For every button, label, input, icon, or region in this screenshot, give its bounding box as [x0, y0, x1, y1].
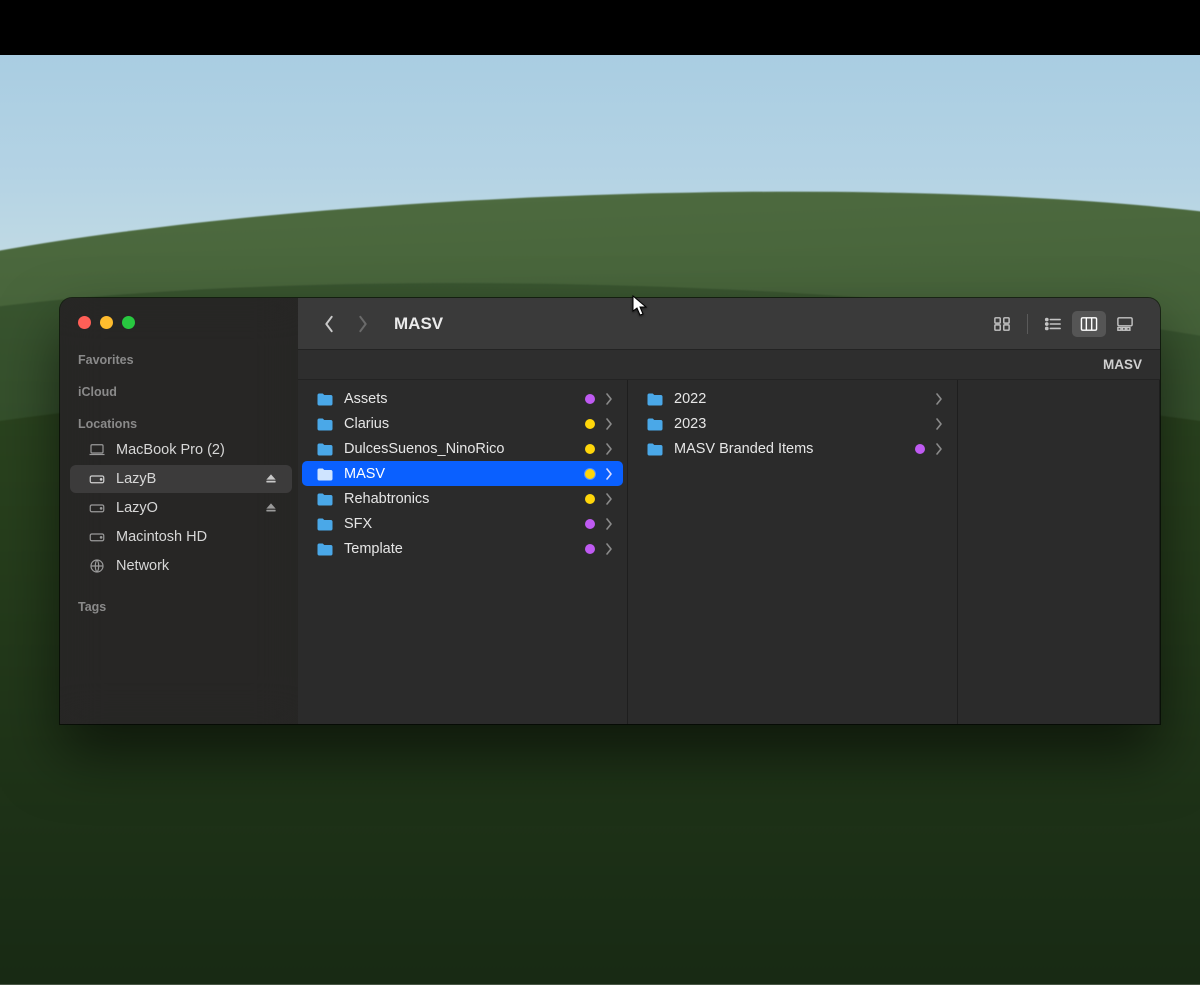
list-item[interactable]: Clarius — [302, 411, 623, 436]
folder-icon — [646, 392, 664, 406]
toolbar-title: MASV — [394, 314, 443, 334]
toolbar-separator — [1027, 314, 1028, 334]
chevron-right-icon — [605, 393, 613, 405]
list-item[interactable]: SFX — [302, 511, 623, 536]
finder-column-3 — [958, 380, 1160, 724]
yellow-tag-icon — [585, 419, 595, 429]
eject-icon[interactable] — [264, 501, 278, 515]
chevron-right-icon — [605, 493, 613, 505]
list-item-label: Assets — [344, 391, 575, 407]
chevron-right-icon — [935, 393, 943, 405]
folder-icon — [316, 492, 334, 506]
chevron-right-icon — [605, 443, 613, 455]
list-item-label: Clarius — [344, 416, 575, 432]
sidebar-item-macintosh-hd[interactable]: Macintosh HD — [70, 523, 292, 551]
folder-icon — [646, 442, 664, 456]
view-icon-button[interactable] — [985, 311, 1019, 337]
chevron-right-icon — [605, 418, 613, 430]
finder-window: Favorites iCloud Locations MacBook Pro (… — [60, 298, 1160, 724]
sidebar-item-label: MacBook Pro (2) — [116, 442, 278, 458]
chevron-right-icon — [935, 418, 943, 430]
drive-icon — [88, 528, 106, 546]
globe-icon — [88, 557, 106, 575]
folder-icon — [316, 517, 334, 531]
sidebar-item-macbook-pro[interactable]: MacBook Pro (2) — [70, 436, 292, 464]
view-switcher — [985, 311, 1142, 337]
back-button[interactable] — [316, 311, 342, 337]
view-list-button[interactable] — [1036, 311, 1070, 337]
list-item[interactable]: Template — [302, 536, 623, 561]
finder-main: MASV — [298, 298, 1160, 724]
list-item-label: 2023 — [674, 416, 925, 432]
list-item[interactable]: MASV Branded Items — [632, 436, 953, 461]
finder-toolbar: MASV — [298, 298, 1160, 350]
chevron-right-icon — [935, 443, 943, 455]
view-gallery-button[interactable] — [1108, 311, 1142, 337]
list-item-label: DulcesSuenos_NinoRico — [344, 441, 575, 457]
finder-column-1: Assets Clarius DulcesSuenos_NinoRico MASV Re… — [298, 380, 628, 724]
pathbar-current[interactable]: MASV — [1103, 357, 1142, 372]
sidebar-item-lazyb[interactable]: LazyB — [70, 465, 292, 493]
folder-icon — [316, 417, 334, 431]
drive-icon — [88, 470, 106, 488]
list-item-label: MASV Branded Items — [674, 441, 905, 457]
list-item[interactable]: DulcesSuenos_NinoRico — [302, 436, 623, 461]
list-item[interactable]: Rehabtronics — [302, 486, 623, 511]
sidebar-item-label: Network — [116, 558, 278, 574]
purple-tag-icon — [585, 544, 595, 554]
eject-icon[interactable] — [264, 472, 278, 486]
folder-icon — [316, 542, 334, 556]
purple-tag-icon — [585, 519, 595, 529]
sidebar-section-locations[interactable]: Locations — [60, 411, 298, 435]
finder-columns: Assets Clarius DulcesSuenos_NinoRico MASV Re… — [298, 380, 1160, 724]
list-item[interactable]: Assets — [302, 386, 623, 411]
folder-icon — [316, 442, 334, 456]
sidebar-section-tags[interactable]: Tags — [60, 594, 298, 618]
window-controls — [60, 312, 298, 347]
sidebar-item-lazyo[interactable]: LazyO — [70, 494, 292, 522]
list-item[interactable]: 2023 — [632, 411, 953, 436]
sidebar-section-favorites[interactable]: Favorites — [60, 347, 298, 371]
sidebar-item-label: LazyO — [116, 500, 254, 516]
yellow-tag-icon — [585, 444, 595, 454]
forward-button[interactable] — [350, 311, 376, 337]
zoom-button[interactable] — [122, 316, 135, 329]
letterbox-top — [0, 0, 1200, 55]
folder-icon — [316, 392, 334, 406]
yellow-tag-icon — [585, 469, 595, 479]
list-item-label: Template — [344, 541, 575, 557]
finder-sidebar: Favorites iCloud Locations MacBook Pro (… — [60, 298, 298, 724]
list-item-label: Rehabtronics — [344, 491, 575, 507]
finder-pathbar: MASV — [298, 350, 1160, 380]
mouse-cursor-icon — [632, 295, 648, 317]
chevron-right-icon — [605, 468, 613, 480]
list-item-label: 2022 — [674, 391, 925, 407]
close-button[interactable] — [78, 316, 91, 329]
view-column-button[interactable] — [1072, 311, 1106, 337]
sidebar-section-icloud[interactable]: iCloud — [60, 379, 298, 403]
list-item-label: MASV — [344, 466, 575, 482]
sidebar-item-label: LazyB — [116, 471, 254, 487]
desktop-wallpaper: Favorites iCloud Locations MacBook Pro (… — [0, 55, 1200, 724]
chevron-right-icon — [605, 518, 613, 530]
sidebar-item-network[interactable]: Network — [70, 552, 292, 580]
folder-icon — [646, 417, 664, 431]
list-item[interactable]: 2022 — [632, 386, 953, 411]
purple-tag-icon — [915, 444, 925, 454]
list-item[interactable]: MASV — [302, 461, 623, 486]
sidebar-item-label: Macintosh HD — [116, 529, 278, 545]
purple-tag-icon — [585, 394, 595, 404]
laptop-icon — [88, 441, 106, 459]
minimize-button[interactable] — [100, 316, 113, 329]
chevron-right-icon — [605, 543, 613, 555]
folder-icon — [316, 467, 334, 481]
drive-icon — [88, 499, 106, 517]
yellow-tag-icon — [585, 494, 595, 504]
list-item-label: SFX — [344, 516, 575, 532]
finder-column-2: 2022 2023 MASV Branded Items — [628, 380, 958, 724]
